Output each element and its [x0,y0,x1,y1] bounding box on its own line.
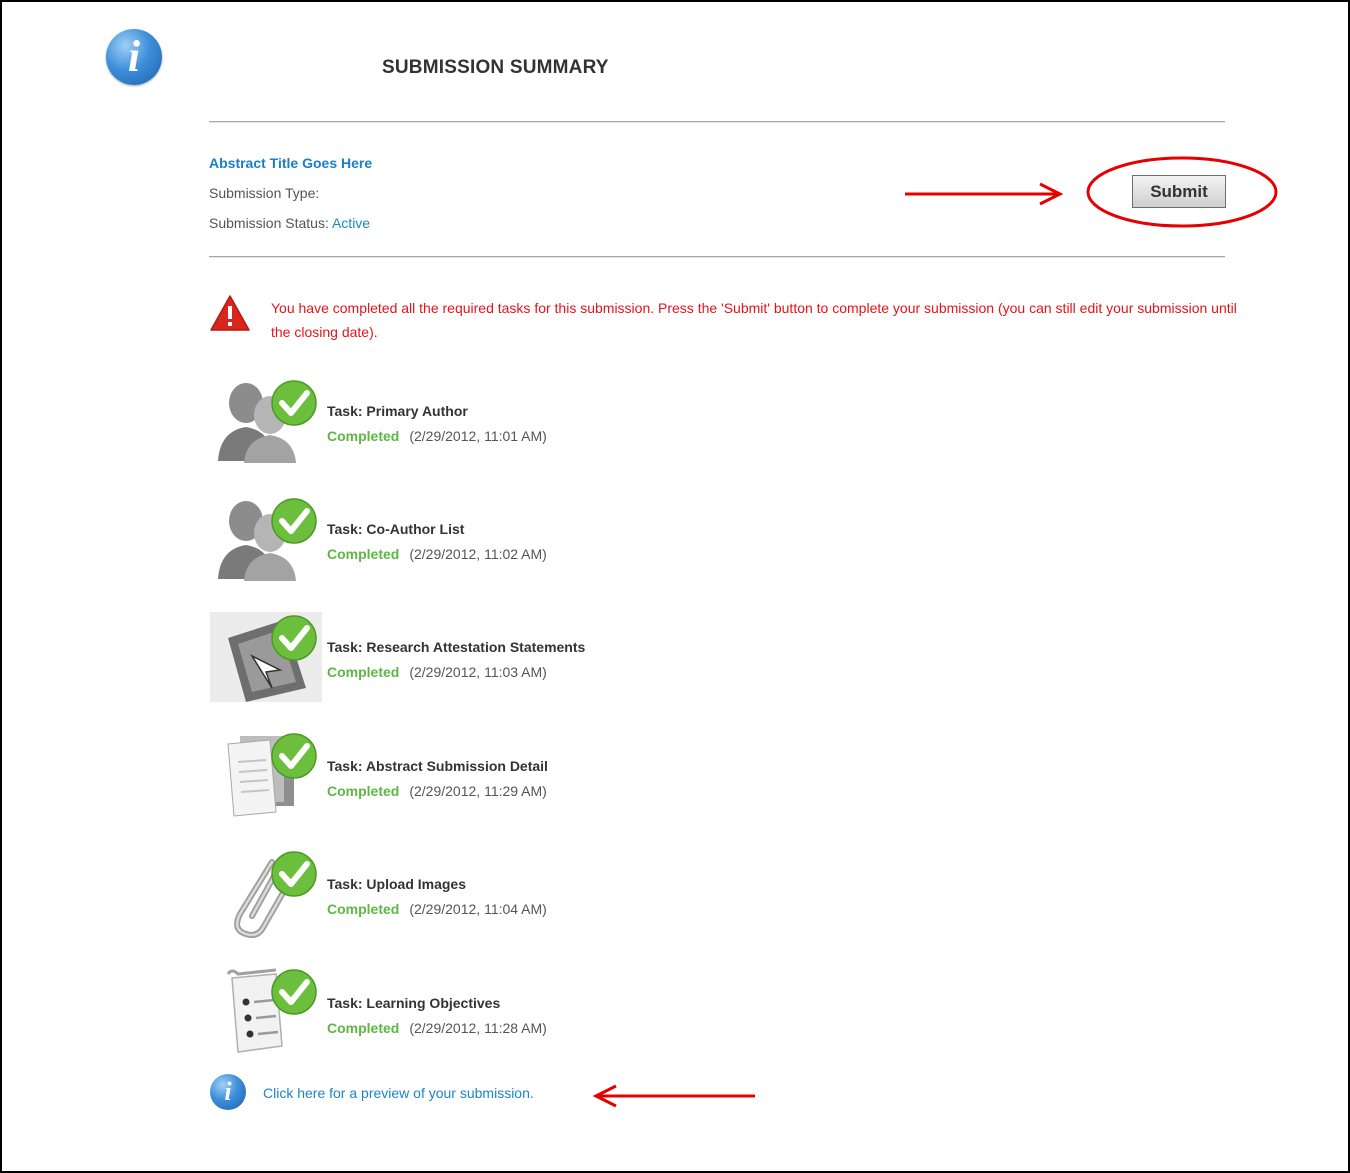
completion-warning: You have completed all the required task… [271,300,1237,340]
authors-icon [218,380,317,463]
task-status: Completed (2/29/2012, 11:01 AM) [327,428,547,444]
task-status: Completed (2/29/2012, 11:02 AM) [327,546,547,562]
divider [209,121,1225,123]
task-completed-label: Completed [327,783,400,799]
divider [209,256,1225,258]
abstract-title[interactable]: Abstract Title Goes Here [209,155,372,171]
annotation-circle-icon [1086,156,1278,228]
task-name[interactable]: Task: Co-Author List [327,521,464,537]
submission-status: Submission Status: Active [209,215,370,231]
documents-icon [227,733,317,817]
task-completed-date: (2/29/2012, 11:03 AM) [409,664,547,680]
task-name[interactable]: Task: Learning Objectives [327,995,500,1011]
task-completed-label: Completed [327,901,400,917]
warning-icon [210,295,250,331]
info-icon: i [106,29,162,85]
annotation-arrow-right-icon [905,182,1064,206]
task-completed-label: Completed [327,664,400,680]
task-status: Completed (2/29/2012, 11:29 AM) [327,783,547,799]
task-completed-date: (2/29/2012, 11:04 AM) [409,901,547,917]
authors-icon [218,498,317,581]
task-status: Completed (2/29/2012, 11:04 AM) [327,901,547,917]
task-completed-label: Completed [327,428,400,444]
preview-link[interactable]: Click here for a preview of your submiss… [263,1085,534,1101]
task-name[interactable]: Task: Research Attestation Statements [327,639,585,655]
task-completed-date: (2/29/2012, 11:02 AM) [409,546,547,562]
submission-type: Submission Type: [209,185,319,201]
task-name[interactable]: Task: Abstract Submission Detail [327,758,548,774]
info-icon: i [210,1074,246,1110]
paperclip-icon [234,851,317,938]
submission-status-label: Submission Status: [209,215,329,231]
task-completed-date: (2/29/2012, 11:28 AM) [409,1020,547,1036]
submission-status-value: Active [331,215,371,231]
task-name[interactable]: Task: Primary Author [327,403,468,419]
page-title: SUBMISSION SUMMARY [382,57,609,78]
task-name[interactable]: Task: Upload Images [327,876,466,892]
task-completed-label: Completed [327,1020,400,1036]
task-completed-date: (2/29/2012, 11:29 AM) [409,783,547,799]
cursor-icon [210,612,322,702]
task-status: Completed (2/29/2012, 11:03 AM) [327,664,547,680]
submission-type-label: Submission Type: [209,185,320,201]
annotation-arrow-left-icon [592,1084,755,1108]
task-status: Completed (2/29/2012, 11:28 AM) [327,1020,547,1036]
task-completed-label: Completed [327,546,400,562]
checklist-icon [226,968,317,1053]
task-completed-date: (2/29/2012, 11:01 AM) [409,428,547,444]
